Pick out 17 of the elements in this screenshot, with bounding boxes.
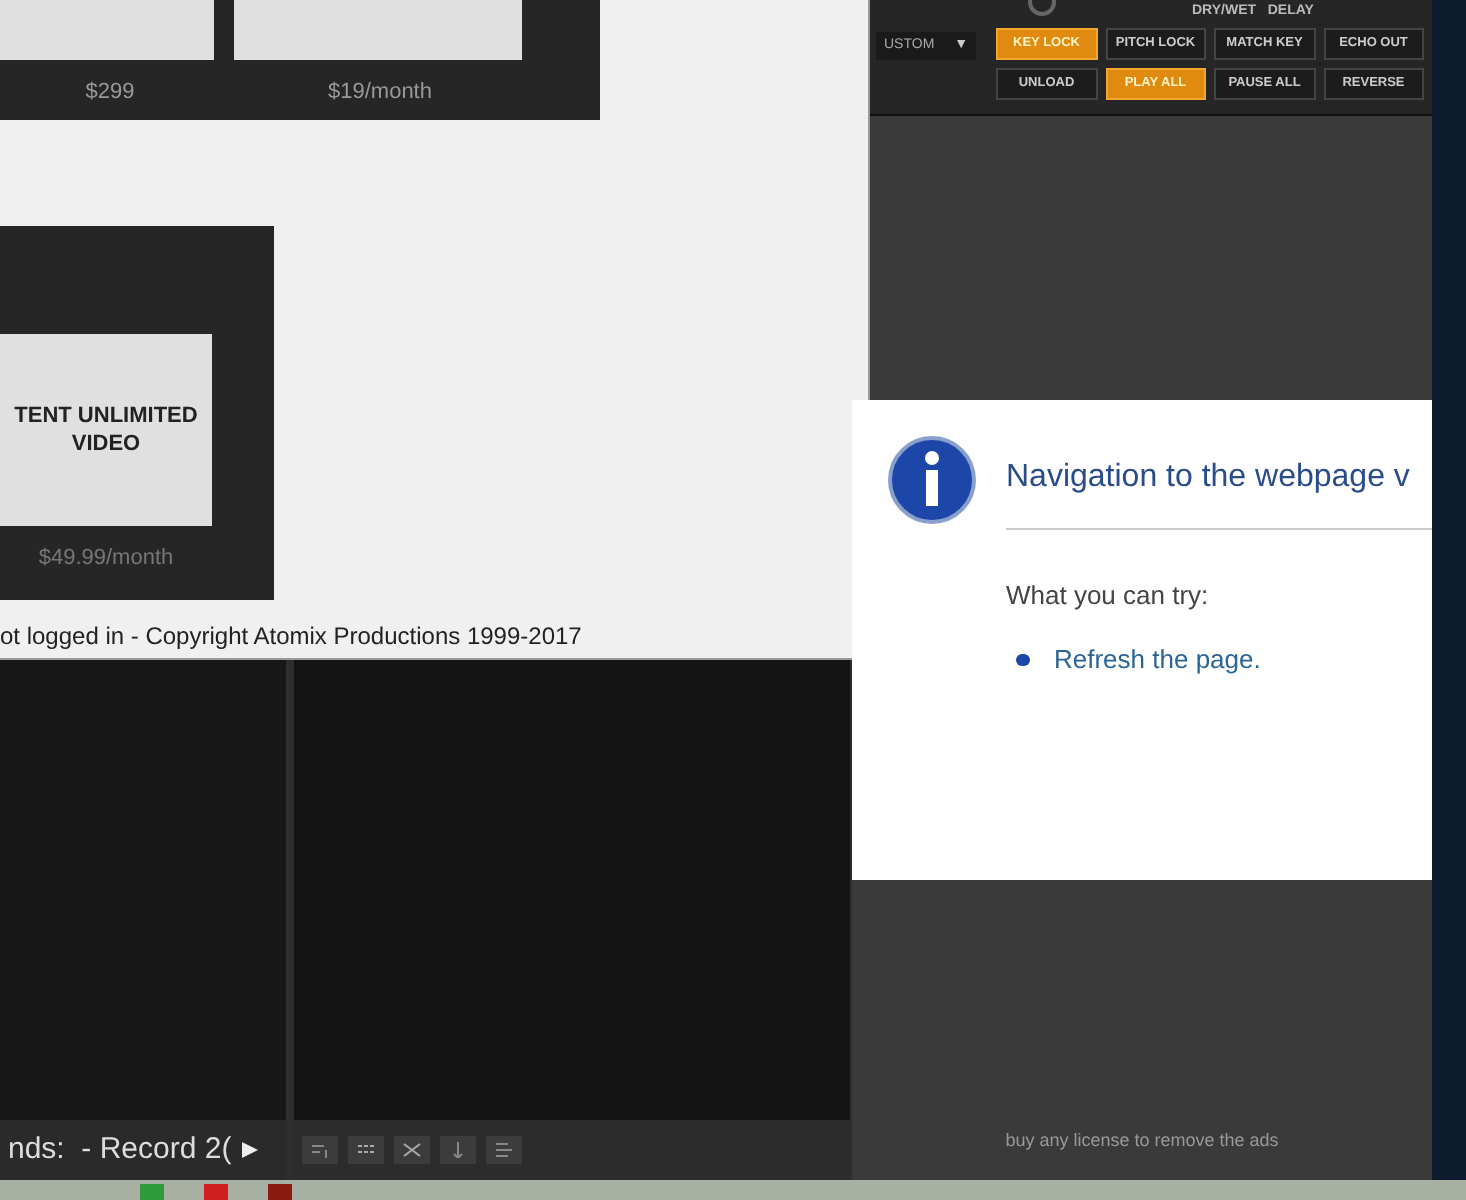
- bullet-icon: [1016, 653, 1030, 666]
- refresh-link[interactable]: Refresh the page.: [1054, 640, 1261, 679]
- now-playing-text: nds: - Record 2(: [8, 1129, 232, 1170]
- grid-icon[interactable]: [348, 1136, 384, 1164]
- error-title: Navigation to the webpage v: [1006, 458, 1410, 498]
- price: $19/month: [326, 78, 434, 108]
- price: $299: [83, 78, 137, 108]
- product-name: TENT UNLIMITED VIDEO: [12, 402, 200, 458]
- ad-notice: buy any license to remove the ads: [1003, 1128, 1281, 1154]
- subheading: What you can try:: [1006, 578, 1209, 614]
- sort-icon[interactable]: [440, 1136, 476, 1164]
- list-icon[interactable]: [486, 1136, 522, 1164]
- copyright-text: ot logged in - Copyright Atomix Productions 1999-2017: [0, 620, 582, 654]
- play-icon[interactable]: [239, 1140, 260, 1160]
- product-card[interactable]: TENT UNLIMITED VIDEO: [0, 334, 212, 526]
- info-icon: [888, 436, 976, 524]
- price: $49.99/month: [36, 544, 176, 574]
